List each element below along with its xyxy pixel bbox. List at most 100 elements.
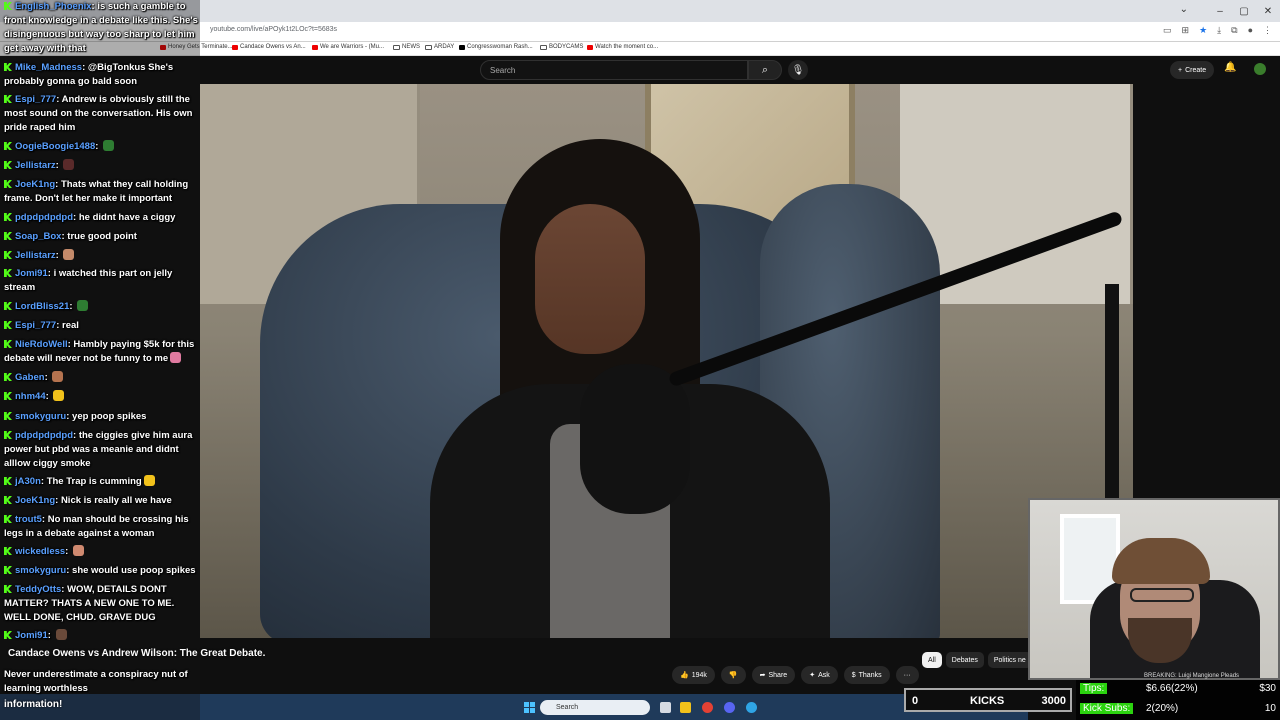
kick-badge-icon	[4, 213, 12, 221]
notifications-bell-icon[interactable]: 🔔	[1224, 62, 1236, 73]
account-avatar[interactable]	[1254, 63, 1266, 75]
chat-text: true good point	[67, 231, 137, 242]
bookmark-star-icon[interactable]: ★	[1199, 25, 1207, 36]
subs-label: Kick Subs:	[1080, 703, 1134, 714]
close-icon[interactable]: ✕	[1256, 0, 1280, 22]
menu-icon[interactable]: ⋮	[1263, 25, 1272, 36]
chat-username[interactable]: jA30n	[15, 476, 41, 487]
streamer-webcam	[1028, 498, 1280, 680]
bookmark-item[interactable]: We are Warriors - (Mu...	[312, 44, 384, 50]
chat-username[interactable]: NieRdoWell	[15, 339, 68, 350]
chat-username[interactable]: Espi_777	[15, 94, 56, 105]
chat-username[interactable]: Jellistarz	[15, 160, 56, 171]
chat-username[interactable]: TeddyOtts	[15, 584, 61, 595]
chat-username[interactable]: wickedless	[15, 546, 65, 557]
bookmark-item[interactable]: Watch the moment co...	[587, 44, 658, 50]
maximize-icon[interactable]: ▢	[1232, 0, 1256, 22]
chat-username[interactable]: JoeK1ng	[15, 179, 55, 190]
chat-message: TeddyOtts: WOW, DETAILS DONT MATTER? THA…	[4, 584, 175, 623]
bookmark-item[interactable]: ARDAY	[425, 44, 454, 50]
share-button[interactable]: ➦ Share	[751, 666, 796, 684]
chat-message: wickedless:	[4, 545, 198, 559]
create-button[interactable]: + Create	[1170, 61, 1215, 79]
more-button[interactable]: ···	[895, 666, 919, 684]
video-player[interactable]	[200, 84, 1133, 638]
chat-message: Mike_Madness: @BigTonkus She's probably …	[4, 62, 174, 87]
bookmark-item[interactable]: Congresswoman Rash...	[459, 44, 533, 50]
thumbs-up-icon: 👍	[680, 672, 689, 679]
chat-username[interactable]: trout5	[15, 514, 42, 525]
chat-message: Gaben:	[4, 371, 198, 385]
discord-icon[interactable]	[724, 702, 735, 713]
chat-message: Espi_777: real	[4, 319, 198, 333]
chat-username[interactable]: pdpdpdpdpd	[15, 212, 73, 223]
chat-username[interactable]: smokyguru	[15, 565, 66, 576]
url-text[interactable]: youtube.com/live/aPOyk1t2LOc?t=5683s	[210, 26, 337, 33]
chat-message: English_Phoenix: is such a gamble to fro…	[4, 1, 198, 54]
ask-button[interactable]: ✦ Ask	[801, 666, 838, 684]
kick-badge-icon	[4, 302, 12, 310]
download-icon[interactable]: ⤓	[1217, 25, 1221, 36]
chat-message: Jellistarz:	[4, 159, 198, 173]
chrome-icon[interactable]	[702, 702, 713, 713]
chat-overlay: English_Phoenix: is such a gamble to fro…	[0, 0, 200, 720]
chat-message: pdpdpdpdpd: he didnt have a ciggy	[4, 211, 198, 225]
extensions-icon[interactable]: ⧉	[1231, 25, 1237, 36]
minimize-icon[interactable]: –	[1208, 0, 1232, 22]
kick-badge-icon	[4, 431, 12, 439]
microphone	[580, 364, 690, 514]
dislike-button[interactable]: 👎	[720, 666, 746, 684]
chat-username[interactable]: LordBliss21	[15, 301, 69, 312]
chat-username[interactable]: Gaben	[15, 372, 45, 383]
chat-username[interactable]: smokyguru	[15, 411, 66, 422]
chat-emote-icon	[103, 140, 115, 151]
taskbar-search[interactable]: Search	[540, 700, 650, 715]
file-explorer-icon[interactable]	[680, 702, 691, 713]
chat-username[interactable]: Jellistarz	[15, 250, 56, 261]
tips-goal: $30	[1259, 683, 1276, 694]
chat-username[interactable]: JoeK1ng	[15, 495, 55, 506]
chat-username[interactable]: pdpdpdpdpd	[15, 430, 73, 441]
cast-icon[interactable]: ▭	[1163, 25, 1172, 36]
voice-search-button[interactable]: 🎙	[788, 60, 808, 80]
chip-all[interactable]: All	[922, 652, 942, 668]
thanks-icon: $	[851, 671, 856, 679]
tab-search-chevron-icon[interactable]: ⌄	[1180, 4, 1188, 15]
streamer-cap	[1112, 538, 1210, 584]
like-button[interactable]: 👍 194k	[672, 666, 715, 684]
chat-username[interactable]: Soap_Box	[15, 231, 61, 242]
chat-username[interactable]: Jomi91	[15, 268, 48, 279]
thanks-button[interactable]: $ Thanks	[843, 666, 890, 684]
kick-badge-icon	[4, 95, 12, 103]
stream-goals-panel: Tips: $6.66(22%) $30 Kick Subs: 2(20%) 1…	[1076, 680, 1280, 720]
chat-username[interactable]: nhm44	[15, 391, 46, 402]
task-view-icon[interactable]	[660, 702, 671, 713]
subs-value: 2(20%)	[1146, 703, 1179, 714]
bookmark-item[interactable]: BODYCAMS	[540, 44, 583, 50]
chat-message: NieRdoWell: Hambly paying $5k for this d…	[4, 339, 195, 364]
bookmark-item[interactable]: NEWS	[393, 44, 420, 50]
chat-text: he didnt have a ciggy	[78, 212, 176, 223]
chat-message: OogieBoogie1488:	[4, 140, 198, 154]
chat-emote-icon	[52, 371, 64, 382]
search-button[interactable]: ⌕	[748, 60, 782, 80]
search-input[interactable]: Search	[480, 60, 748, 80]
chat-username[interactable]: Jomi91	[15, 630, 48, 641]
chat-username[interactable]: OogieBoogie1488	[15, 141, 95, 152]
chat-username[interactable]: Espi_777	[15, 320, 56, 331]
youtube-icon	[312, 44, 318, 50]
app-icon[interactable]	[746, 702, 757, 713]
windows-start-icon[interactable]	[524, 702, 535, 713]
chat-username[interactable]: Mike_Madness	[15, 62, 82, 73]
microphone-icon: 🎙	[791, 64, 805, 76]
kick-badge-icon	[4, 547, 12, 555]
kick-badge-icon	[4, 321, 12, 329]
chat-username[interactable]: English_Phoenix	[15, 1, 92, 12]
bookmark-item[interactable]: Candace Owens vs An...	[232, 44, 306, 50]
profile-icon[interactable]: ●	[1248, 25, 1253, 36]
chip-politics[interactable]: Politics ne	[987, 652, 1032, 668]
folder-icon	[425, 44, 432, 50]
chip-debates[interactable]: Debates	[945, 652, 984, 668]
sparkle-icon: ✦	[809, 672, 816, 679]
install-icon[interactable]: ⊞	[1182, 25, 1190, 36]
